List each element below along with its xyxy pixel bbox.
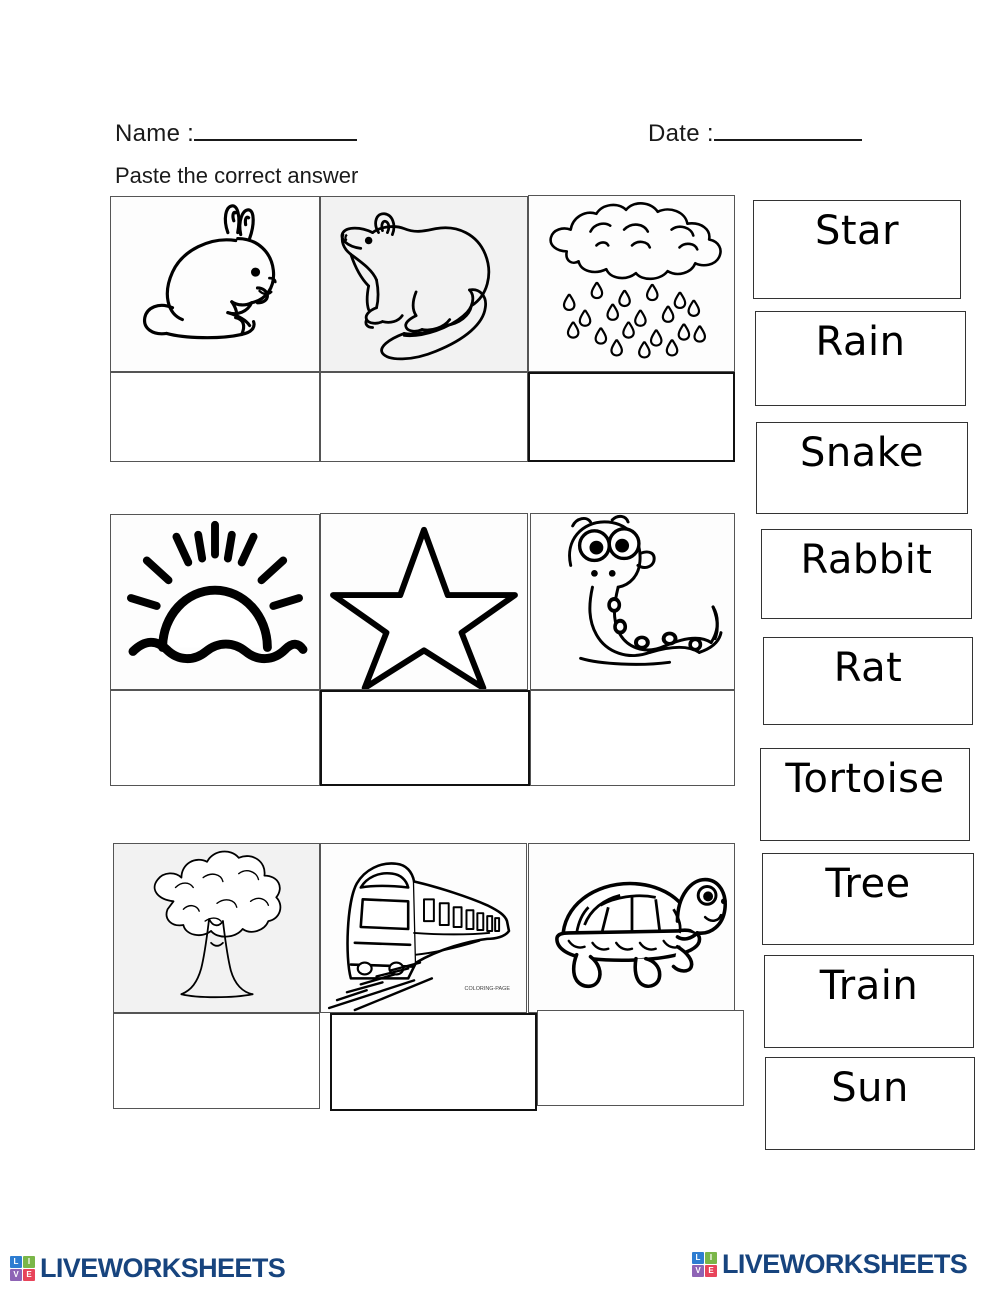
- answer-box-1-1[interactable]: [110, 372, 320, 462]
- logo-block-l: L: [692, 1252, 704, 1264]
- logo-block-l: L: [10, 1256, 22, 1268]
- word-card-snake[interactable]: Snake: [756, 422, 968, 514]
- rabbit-icon: [143, 204, 277, 340]
- rat-icon: [340, 212, 491, 361]
- snake-icon: [568, 514, 723, 666]
- answer-box-1-2[interactable]: [320, 372, 528, 462]
- star-icon: [330, 526, 518, 689]
- tree-icon: [153, 850, 282, 999]
- date-blank-line[interactable]: [713, 115, 862, 141]
- logo-block-v: V: [692, 1265, 704, 1277]
- logo-block-e: E: [705, 1265, 717, 1277]
- logo-block-i: I: [705, 1252, 717, 1264]
- picture-cell-tree: [113, 843, 320, 1013]
- picture-cell-sun: [110, 514, 320, 690]
- word-card-label: Rain: [815, 319, 906, 365]
- answer-box-3-3[interactable]: [537, 1010, 744, 1106]
- word-card-label: Sun: [831, 1065, 909, 1111]
- word-card-label: Tree: [825, 861, 911, 907]
- answer-box-2-2[interactable]: [320, 690, 530, 786]
- logo-block-e: E: [23, 1269, 35, 1281]
- name-blank-line[interactable]: [194, 115, 358, 141]
- logo-wordmark: LIVEWORKSHEETS: [722, 1249, 968, 1279]
- word-card-sun[interactable]: Sun: [765, 1057, 975, 1150]
- logo-block-i: I: [23, 1256, 35, 1268]
- train-watermark: COLORING-PAGE: [465, 986, 511, 992]
- picture-cell-rain: [528, 195, 735, 372]
- liveworksheets-logo-right[interactable]: L I V E LIVEWORKSHEETS: [692, 1249, 968, 1280]
- rain-cloud-icon: [549, 202, 722, 359]
- logo-blocks: L I V E: [10, 1256, 35, 1281]
- picture-cell-snake: [530, 513, 735, 690]
- picture-cell-rat: [320, 196, 528, 372]
- word-card-train[interactable]: Train: [764, 955, 974, 1048]
- logo-block-v: V: [10, 1269, 22, 1281]
- word-card-label: Rat: [833, 645, 903, 691]
- logo-blocks: L I V E: [692, 1252, 717, 1277]
- sun-icon: [127, 520, 308, 664]
- word-card-label: Tortoise: [785, 756, 945, 802]
- liveworksheets-logo-left[interactable]: L I V E LIVEWORKSHEETS: [10, 1253, 286, 1284]
- name-label-text: Name :: [115, 120, 195, 147]
- answer-box-3-1[interactable]: [113, 1013, 320, 1109]
- name-field-label: Name :: [115, 115, 358, 148]
- instruction-text: Paste the correct answer: [115, 163, 359, 188]
- picture-cell-tortoise: [528, 843, 735, 1013]
- word-card-rain[interactable]: Rain: [755, 311, 966, 406]
- word-card-rat[interactable]: Rat: [763, 637, 973, 725]
- logo-wordmark: LIVEWORKSHEETS: [40, 1253, 286, 1283]
- word-card-tortoise[interactable]: Tortoise: [760, 748, 970, 841]
- answer-box-2-1[interactable]: [110, 690, 320, 786]
- picture-cell-train: COLORING-PAGE: [320, 843, 527, 1013]
- answer-box-1-3[interactable]: [528, 372, 735, 462]
- picture-cell-star: [320, 513, 528, 690]
- train-icon: COLORING-PAGE: [327, 862, 511, 1012]
- word-card-label: Snake: [799, 430, 925, 476]
- picture-cell-rabbit: [110, 196, 320, 372]
- date-field-label: Date :: [648, 115, 862, 148]
- word-card-label: Train: [819, 963, 919, 1009]
- date-label-text: Date :: [648, 120, 714, 147]
- word-card-rabbit[interactable]: Rabbit: [761, 529, 972, 619]
- tortoise-icon: [555, 877, 727, 989]
- word-card-label: Rabbit: [800, 537, 933, 583]
- word-card-label: Star: [814, 208, 900, 254]
- answer-box-3-2[interactable]: [330, 1013, 537, 1111]
- word-card-tree[interactable]: Tree: [762, 853, 974, 945]
- word-card-star[interactable]: Star: [753, 200, 961, 299]
- answer-box-2-3[interactable]: [530, 690, 735, 786]
